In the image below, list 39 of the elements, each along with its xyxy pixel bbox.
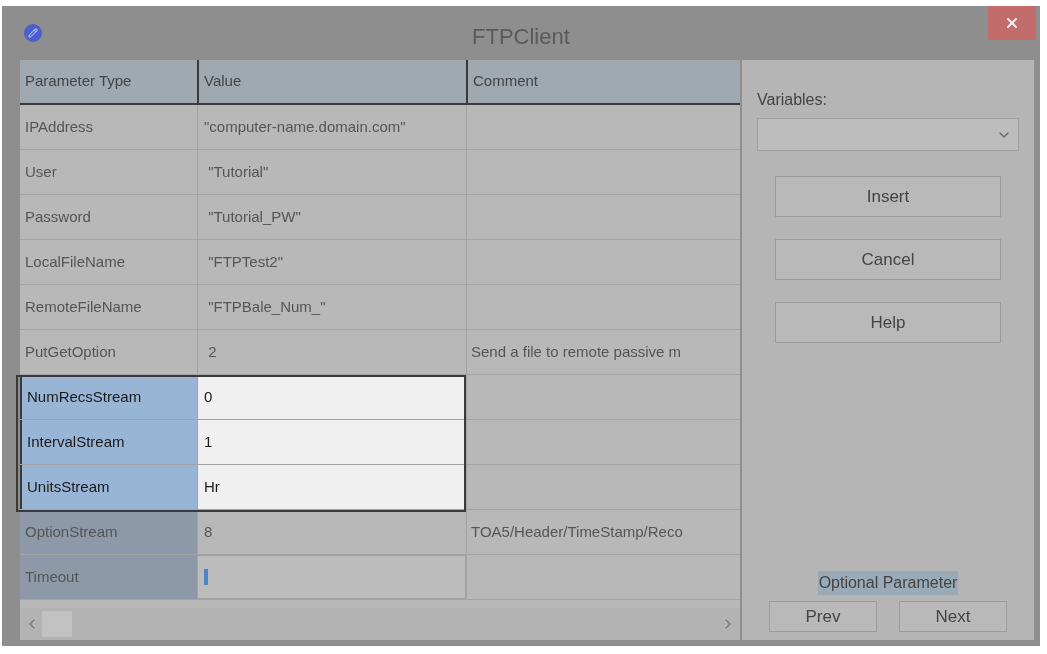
close-icon: [1004, 15, 1020, 31]
table-cell-text: IPAddress: [24, 116, 95, 137]
close-button[interactable]: [988, 6, 1036, 40]
table-cell[interactable]: "FTPBale_Num_": [197, 285, 466, 329]
table-cell: UnitsStream: [20, 465, 197, 509]
table-cell[interactable]: 2: [197, 330, 466, 374]
column-header[interactable]: Value: [197, 60, 466, 103]
table-cell-text: User: [24, 161, 58, 182]
dialog-button[interactable]: Cancel: [775, 239, 1001, 280]
table-cell-text: Password: [24, 206, 92, 227]
column-header[interactable]: Comment: [466, 60, 740, 103]
nav-button[interactable]: Next: [899, 601, 1007, 632]
status-label: Optional Parameter: [817, 571, 959, 595]
nav-button[interactable]: Prev: [769, 601, 877, 632]
table-cell[interactable]: 0: [197, 375, 466, 419]
table-cell[interactable]: "FTPTest2": [197, 240, 466, 284]
table-cell[interactable]: Hr: [197, 465, 466, 509]
table-cell-text: RemoteFileName: [24, 296, 143, 317]
table-cell: Timeout: [20, 555, 197, 599]
table-cell[interactable]: "Tutorial": [197, 150, 466, 194]
text-cursor-icon: [204, 569, 208, 585]
table-cell[interactable]: "computer-name.domain.com": [197, 105, 466, 149]
column-header[interactable]: Parameter Type: [20, 60, 197, 103]
app-icon: [24, 24, 42, 42]
table-cell: Send a file to remote passive m: [466, 330, 740, 374]
table-cell[interactable]: [197, 555, 466, 599]
table-cell[interactable]: 1: [197, 420, 466, 464]
table-cell: NumRecsStream: [20, 375, 197, 419]
table-cell-text: LocalFileName: [24, 251, 127, 272]
table-cell[interactable]: 8: [197, 510, 466, 554]
dialog-button[interactable]: Help: [775, 302, 1001, 343]
variables-label: Variables:: [757, 90, 828, 110]
variables-dropdown[interactable]: [757, 118, 1019, 151]
table-cell[interactable]: "Tutorial_PW": [197, 195, 466, 239]
table-cell-text: PutGetOption: [24, 341, 117, 362]
table-cell: TOA5/Header/TimeStamp/Reco: [466, 510, 740, 554]
dialog-button[interactable]: Insert: [775, 176, 1001, 217]
table-cell: IntervalStream: [20, 420, 197, 464]
table-cell: OptionStream: [20, 510, 197, 554]
